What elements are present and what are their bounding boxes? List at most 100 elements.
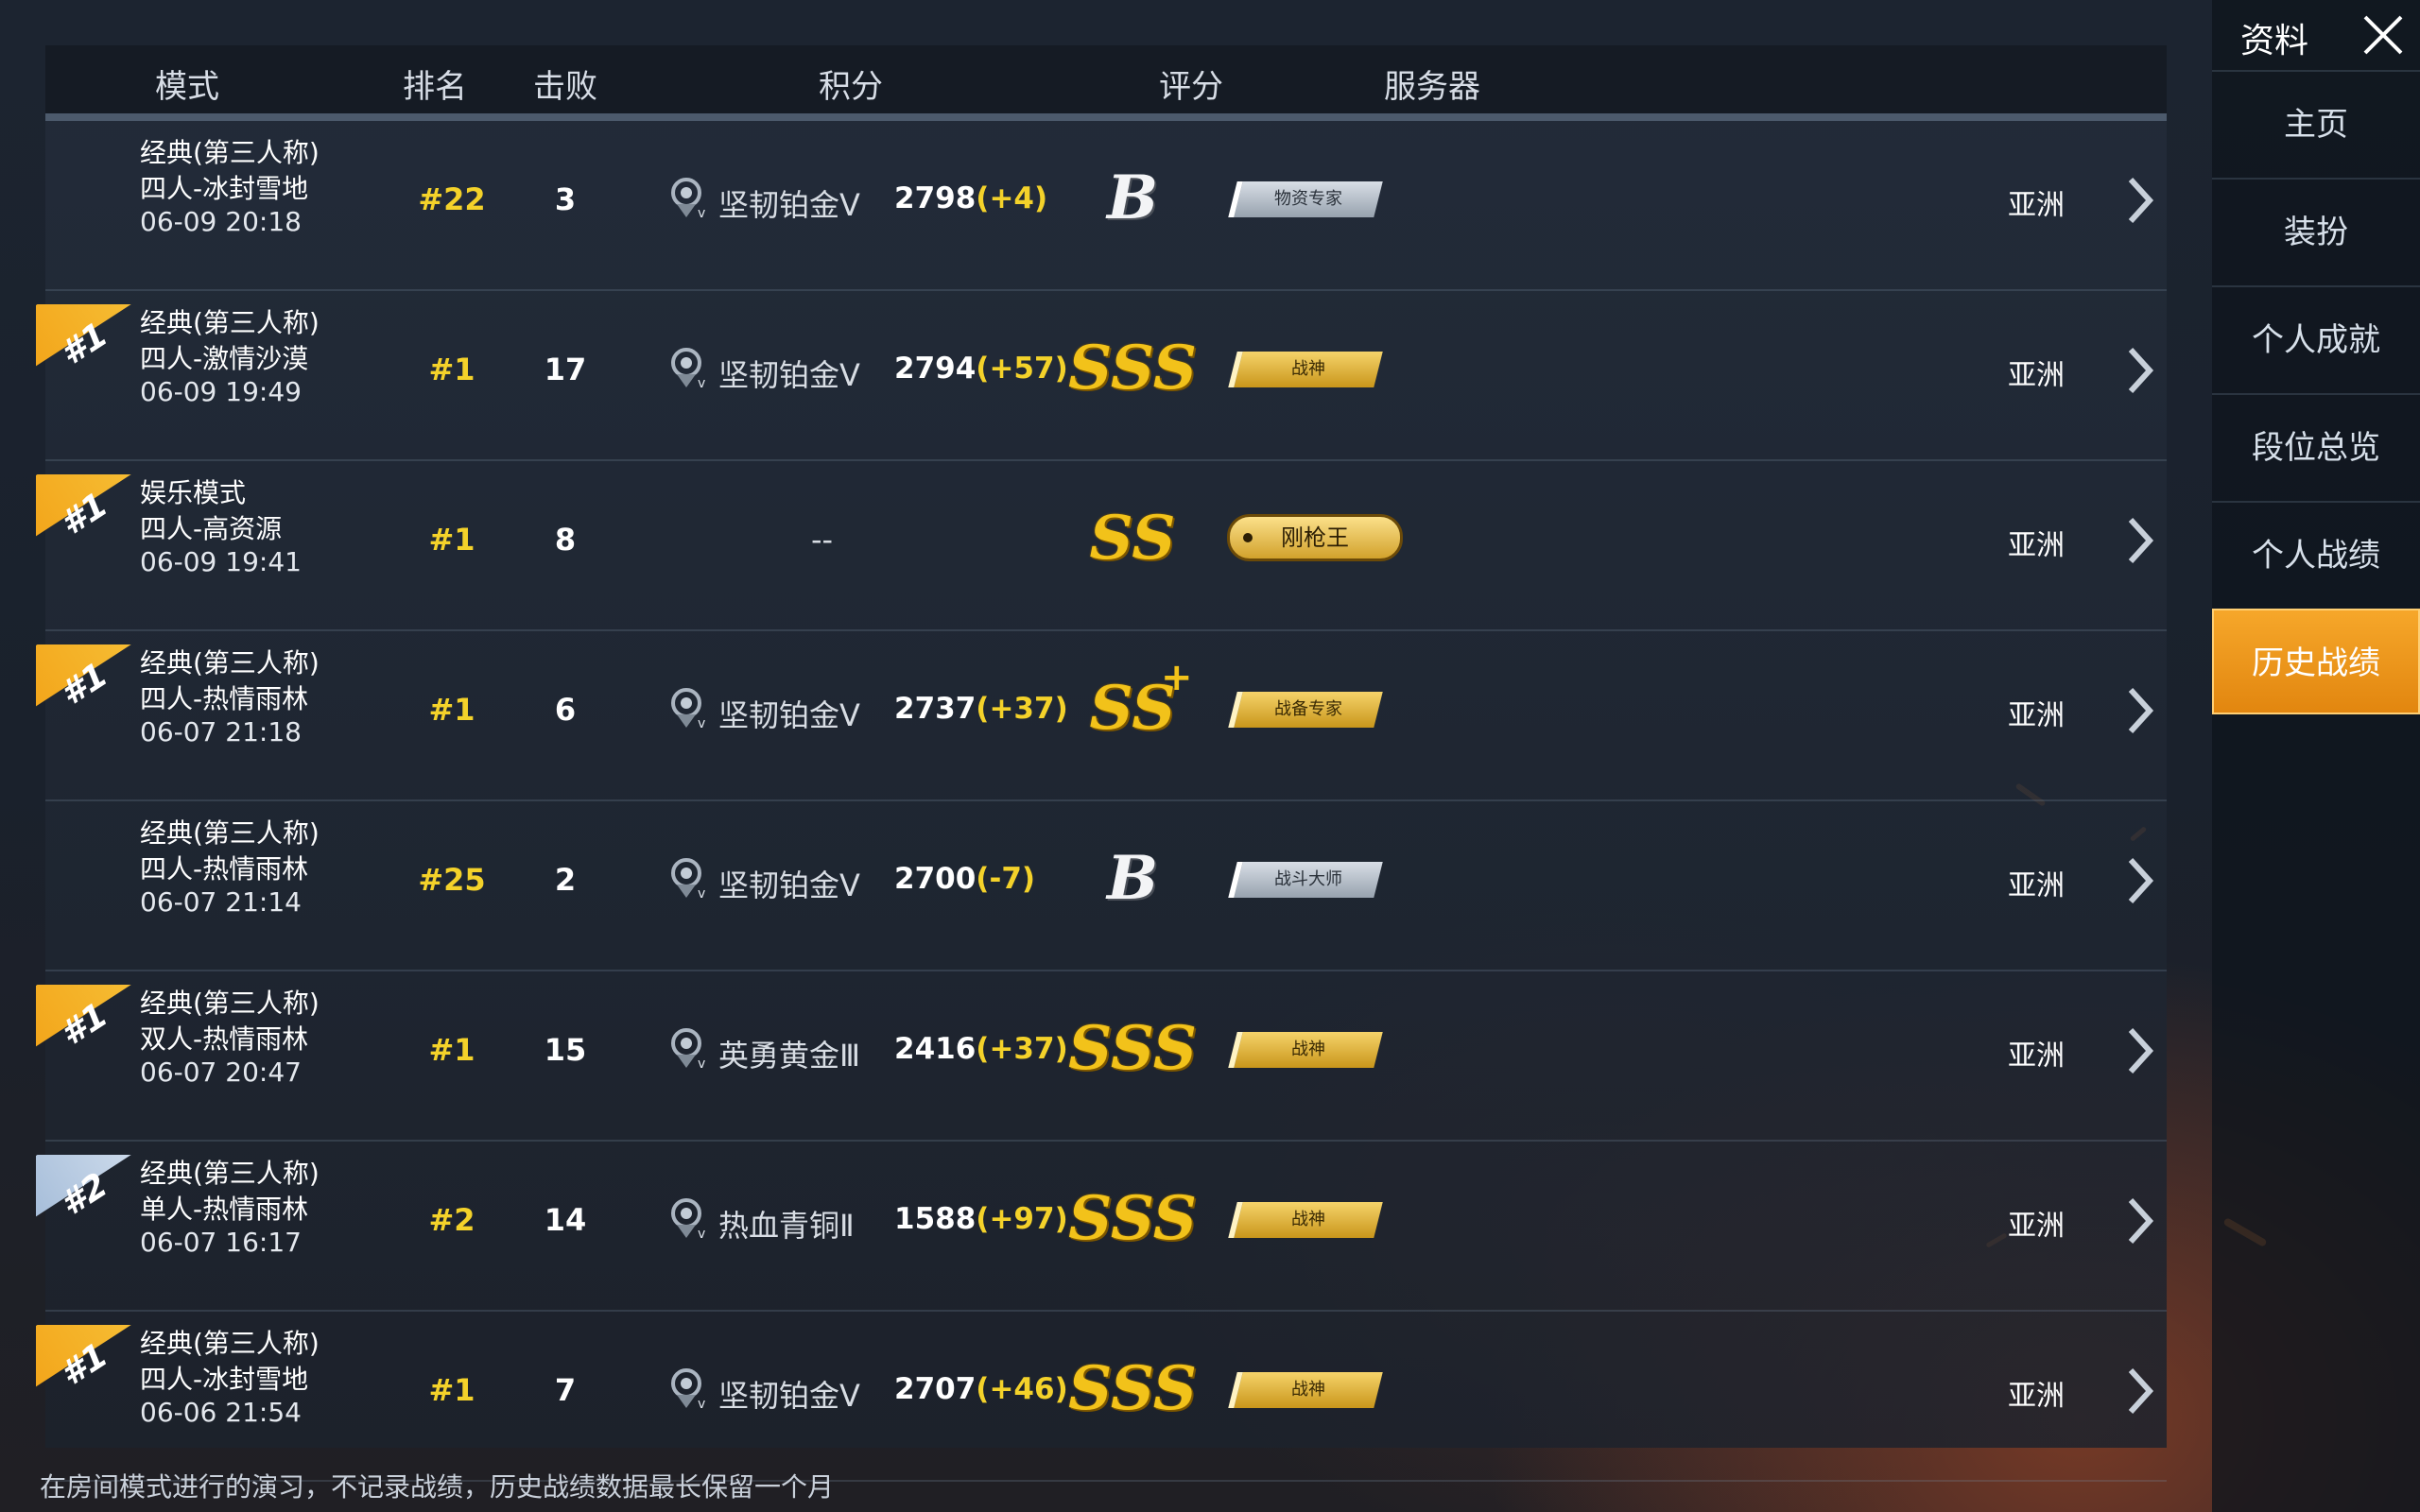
svg-text:v: v [698,1057,705,1072]
table-row[interactable]: #1 经典(第三人称) 四人-热情雨林 06-07 21:18 #1 6 v 坚韧铂金Ⅴ 27… [36,631,2167,801]
svg-text:v: v [698,1397,705,1412]
sidebar-item-3[interactable]: 段位总览 [2212,393,2420,501]
svg-text:v: v [698,886,705,902]
server-value: 亚洲 [2008,699,2065,732]
table-row[interactable]: #1 经典(第三人称) 双人-热情雨林 06-07 20:47 #1 15 v 英勇黄金Ⅲ 2… [36,971,2167,1142]
server-value: 亚洲 [2008,869,2065,902]
title-badge: 战神 [1228,352,1383,387]
footer-note: 在房间模式进行的演习，不记录战绩，历史战绩数据最长保留一个月 [40,1471,835,1503]
mode-name: 经典(第三人称) [140,988,320,1019]
rank-value: #1 [428,1032,475,1068]
sidebar-item-2[interactable]: 个人成就 [2212,285,2420,393]
kills-value: 14 [544,1202,587,1238]
sidebar: 资料 主页 装扮 个人成就 段位总览 个人战绩 历史战绩 [2212,0,2420,1512]
score-value: 2700(-7) [894,862,1036,896]
map-name: 四人-冰封雪地 [140,173,309,204]
kills-value: 8 [554,522,577,558]
grade-value: SSS [1068,1353,1197,1424]
rank-ribbon: #1 [36,304,149,395]
mode-name: 经典(第三人称) [140,1158,320,1189]
chevron-right-icon[interactable] [2121,1022,2159,1079]
tier-name: 坚韧铂金Ⅴ [718,357,860,393]
grade-value: B [1106,163,1159,233]
sidebar-item-1[interactable]: 装扮 [2212,178,2420,285]
grade-value: SSS [1068,333,1197,404]
close-icon[interactable] [2360,11,2407,59]
rank-value: #1 [428,1372,475,1408]
history-table: 模式 排名 击败 积分 评分 服务器 经典(第三人称) 四人-冰封雪地 06-09 … [36,45,2167,1482]
bronze-ii-icon: v [671,1198,705,1242]
rank-value: #1 [428,692,475,728]
mode-name: 经典(第三人称) [140,817,320,849]
match-time: 06-09 19:49 [140,376,302,407]
rank-ribbon: #1 [36,985,149,1075]
score-delta: (+4) [976,181,1048,215]
sidebar-item-5[interactable]: 历史战绩 [2212,609,2420,714]
title-badge: 刚枪王 [1227,514,1403,561]
map-name: 四人-高资源 [140,513,283,544]
chevron-right-icon[interactable] [2121,342,2159,399]
score-empty: -- [811,522,834,558]
map-name: 四人-热情雨林 [140,683,309,714]
server-value: 亚洲 [2008,1380,2065,1413]
kills-value: 3 [554,181,577,217]
map-name: 双人-热情雨林 [140,1023,309,1055]
table-row[interactable]: #2 经典(第三人称) 单人-热情雨林 06-07 16:17 #2 14 v 热血青铜Ⅱ 1… [36,1142,2167,1312]
svg-text:v: v [698,716,705,731]
kills-value: 7 [554,1372,577,1408]
kills-value: 6 [554,692,577,728]
table-header: 模式 排名 击败 积分 评分 服务器 [45,45,2167,121]
sidebar-title: 资料 [2240,22,2309,60]
server-value: 亚洲 [2008,529,2065,562]
match-time: 06-06 21:54 [140,1397,302,1428]
chevron-right-icon[interactable] [2121,1193,2159,1249]
mode-name: 经典(第三人称) [140,1328,320,1359]
rank-ribbon: #1 [36,644,149,735]
table-row[interactable]: 经典(第三人称) 四人-热情雨林 06-07 21:14 #25 2 v 坚韧铂金Ⅴ 270… [45,801,2167,971]
server-value: 亚洲 [2008,1040,2065,1073]
header-grade: 评分 [1159,68,1223,106]
rank-ribbon: #1 [36,474,149,565]
map-name: 四人-激情沙漠 [140,343,309,374]
grade-value: B [1106,843,1159,914]
chevron-right-icon[interactable] [2121,172,2159,229]
table-row[interactable]: #1 经典(第三人称) 四人-激情沙漠 06-09 19:49 #1 17 v 坚韧铂金Ⅴ 2… [36,291,2167,461]
match-time: 06-09 20:18 [140,206,302,237]
title-badge: 物资专家 [1228,181,1383,217]
kills-value: 2 [554,862,577,898]
tier-name: 热血青铜Ⅱ [718,1208,855,1244]
kills-value: 17 [544,352,587,387]
map-name: 四人-冰封雪地 [140,1364,309,1395]
gold-iii-icon: v [671,1028,705,1072]
tier-name: 坚韧铂金Ⅴ [718,697,860,733]
table-row[interactable]: 经典(第三人称) 四人-冰封雪地 06-09 20:18 #22 3 v 坚韧铂金Ⅴ 279… [45,121,2167,291]
map-name: 四人-热情雨林 [140,853,309,885]
sidebar-item-0[interactable]: 主页 [2212,70,2420,178]
server-value: 亚洲 [2008,359,2065,392]
rank-value: #2 [428,1202,475,1238]
grade-value: SS [1089,503,1176,574]
svg-text:v: v [698,1227,705,1242]
grade-plus: + [1161,656,1193,699]
sidebar-item-4[interactable]: 个人战绩 [2212,501,2420,609]
chevron-right-icon[interactable] [2121,852,2159,909]
tier-name: 坚韧铂金Ⅴ [718,868,860,903]
rank-value: #1 [428,352,475,387]
match-time: 06-09 19:41 [140,546,302,577]
table-row[interactable]: #1 经典(第三人称) 四人-冰封雪地 06-06 21:54 #1 7 v 坚韧铂金Ⅴ 27… [36,1312,2167,1482]
platinum-v-icon: v [671,1368,705,1412]
title-badge: 战神 [1228,1032,1383,1068]
mode-name: 经典(第三人称) [140,137,320,168]
grade-value: SSS [1068,1013,1197,1084]
rank-ribbon: #1 [36,1325,149,1416]
title-badge: 战神 [1228,1202,1383,1238]
chevron-right-icon[interactable] [2121,682,2159,739]
map-name: 单人-热情雨林 [140,1194,309,1225]
mode-name: 经典(第三人称) [140,307,320,338]
table-row[interactable]: #1 娱乐模式 四人-高资源 06-09 19:41 #1 8 -- SS 刚枪王 亚洲 [36,461,2167,631]
chevron-right-icon[interactable] [2121,512,2159,569]
header-kills: 击败 [533,68,597,106]
rank-value: #22 [418,181,486,217]
chevron-right-icon[interactable] [2121,1363,2159,1419]
grade-value: SSS [1068,1183,1197,1254]
